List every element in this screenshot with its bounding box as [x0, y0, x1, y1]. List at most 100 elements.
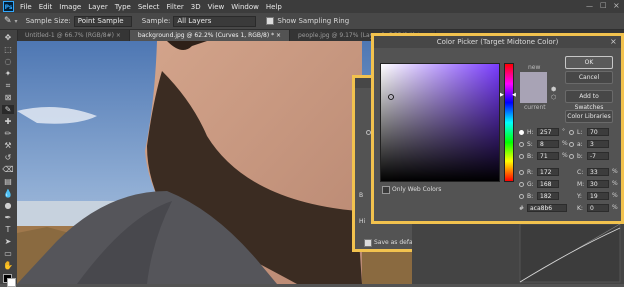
show-sampling-ring-label: Show Sampling Ring: [277, 17, 350, 25]
b-input[interactable]: 71: [537, 152, 559, 160]
red-radio[interactable]: [519, 170, 524, 175]
add-to-swatches-button[interactable]: Add to Swatches: [565, 90, 613, 111]
m-input[interactable]: 30: [587, 180, 609, 188]
k-input[interactable]: 0: [587, 204, 609, 212]
lightness-radio[interactable]: [569, 130, 574, 135]
only-web-colors-label: Only Web Colors: [392, 186, 442, 193]
y-unit: %: [612, 192, 618, 199]
c-input[interactable]: 33: [587, 168, 609, 176]
brightness-radio[interactable]: [519, 154, 524, 159]
eyedropper-icon[interactable]: ✎: [4, 16, 12, 26]
lasso-tool-icon[interactable]: ◌: [2, 57, 14, 66]
close-icon[interactable]: ×: [613, 1, 620, 10]
options-bar: ✎ ▾ Sample Size: Point Sample Sample: Al…: [0, 13, 624, 30]
gradient-tool-icon[interactable]: ▤: [2, 177, 14, 186]
k-label: K:: [577, 205, 583, 212]
m-label: M:: [577, 181, 585, 188]
curves-graph[interactable]: [412, 220, 624, 284]
h-input[interactable]: 257: [537, 128, 559, 136]
background-color-swatch[interactable]: [7, 278, 16, 287]
hue-slider[interactable]: [504, 63, 514, 182]
blur-tool-icon[interactable]: 💧: [2, 189, 14, 198]
move-tool-icon[interactable]: ✥: [2, 33, 14, 42]
hand-tool-icon[interactable]: ✋: [2, 261, 14, 270]
only-web-colors-checkbox[interactable]: [382, 186, 390, 194]
a-input[interactable]: 3: [587, 140, 609, 148]
s-input[interactable]: 8: [537, 140, 559, 148]
l-input[interactable]: 70: [587, 128, 609, 136]
menu-layer[interactable]: Layer: [88, 3, 108, 11]
color-field[interactable]: [380, 63, 500, 182]
tools-panel: ✥ ⬚ ◌ ✦ ⌗ ⊠ ✎ ✚ ✏ ⚒ ↺ ⌫ ▤ 💧 ● ✒ T ➤ ▭ ✋: [0, 30, 18, 287]
properties-panel: [412, 220, 624, 284]
b-unit: %: [562, 152, 568, 159]
menu-window[interactable]: Window: [231, 3, 259, 11]
b-lab-input[interactable]: -7: [587, 152, 609, 160]
saturation-brightness-field: [381, 64, 499, 181]
y-label: Y:: [577, 193, 582, 200]
hue-slider-left-arrow-icon[interactable]: ▶: [500, 92, 504, 98]
eraser-tool-icon[interactable]: ⌫: [2, 165, 14, 174]
web-safe-cube-icon[interactable]: ⬡: [551, 94, 556, 101]
tab-background[interactable]: background.jpg @ 62.2% (Curves 1, RGB/8)…: [129, 30, 291, 41]
menu-bar: Ps File Edit Image Layer Type Select Fil…: [0, 0, 624, 13]
sample-label: Sample:: [141, 17, 171, 25]
sample-size-select[interactable]: Point Sample: [73, 15, 132, 27]
path-selection-tool-icon[interactable]: ➤: [2, 237, 14, 246]
frame-tool-icon[interactable]: ⊠: [2, 93, 14, 102]
sample-select[interactable]: All Layers: [173, 15, 257, 27]
save-defaults-checkbox[interactable]: [364, 239, 372, 247]
quick-select-tool-icon[interactable]: ✦: [2, 69, 14, 78]
color-libraries-button[interactable]: Color Libraries: [565, 110, 613, 123]
type-tool-icon[interactable]: T: [2, 225, 14, 234]
out-of-gamut-cube-icon[interactable]: ⬢: [551, 86, 556, 93]
menu-type[interactable]: Type: [115, 3, 131, 11]
show-sampling-ring-checkbox[interactable]: [266, 17, 275, 25]
menu-image[interactable]: Image: [59, 3, 81, 11]
hue-radio[interactable]: [519, 130, 524, 135]
a-radio[interactable]: [569, 142, 574, 147]
menu-help[interactable]: Help: [266, 3, 282, 11]
eyedropper-tool-icon[interactable]: ✎: [2, 105, 14, 114]
menu-file[interactable]: File: [20, 3, 32, 11]
current-color-swatch[interactable]: [520, 88, 547, 103]
saturation-radio[interactable]: [519, 142, 524, 147]
dialog-close-icon[interactable]: ×: [610, 37, 617, 46]
hex-label: #: [519, 205, 525, 212]
hue-slider-right-arrow-icon[interactable]: ◀: [512, 92, 516, 98]
blue-input[interactable]: 182: [537, 192, 559, 200]
new-color-swatch: [520, 72, 547, 88]
maximize-icon[interactable]: □: [600, 1, 607, 9]
blue-radio[interactable]: [519, 194, 524, 199]
tab-untitled-1[interactable]: Untitled-1 @ 66.7% (RGB/8#) ×: [17, 30, 130, 41]
r-input[interactable]: 172: [537, 168, 559, 176]
cancel-button[interactable]: Cancel: [565, 71, 613, 84]
menu-3d[interactable]: 3D: [191, 3, 201, 11]
menu-view[interactable]: View: [208, 3, 225, 11]
g-input[interactable]: 168: [537, 180, 559, 188]
ok-button[interactable]: OK: [565, 56, 613, 69]
chevron-down-icon[interactable]: ▾: [15, 18, 18, 25]
blue-label: B:: [527, 193, 534, 200]
l-label: L:: [577, 129, 583, 136]
dodge-tool-icon[interactable]: ●: [2, 201, 14, 210]
menu-filter[interactable]: Filter: [166, 3, 183, 11]
g-label: G:: [527, 181, 534, 188]
healing-brush-tool-icon[interactable]: ✚: [2, 117, 14, 126]
hex-input[interactable]: aca8b6: [527, 204, 567, 212]
crop-tool-icon[interactable]: ⌗: [2, 81, 14, 90]
history-brush-tool-icon[interactable]: ↺: [2, 153, 14, 162]
pen-tool-icon[interactable]: ✒: [2, 213, 14, 222]
rectangle-tool-icon[interactable]: ▭: [2, 249, 14, 258]
menu-select[interactable]: Select: [138, 3, 160, 11]
marquee-tool-icon[interactable]: ⬚: [2, 45, 14, 54]
clone-stamp-tool-icon[interactable]: ⚒: [2, 141, 14, 150]
brush-tool-icon[interactable]: ✏: [2, 129, 14, 138]
photoshop-logo-icon[interactable]: Ps: [3, 1, 14, 12]
c-unit: %: [612, 168, 618, 175]
minimize-icon[interactable]: —: [586, 2, 593, 10]
b-lab-radio[interactable]: [569, 154, 574, 159]
green-radio[interactable]: [519, 182, 524, 187]
y-input[interactable]: 19: [587, 192, 609, 200]
menu-edit[interactable]: Edit: [39, 3, 53, 11]
